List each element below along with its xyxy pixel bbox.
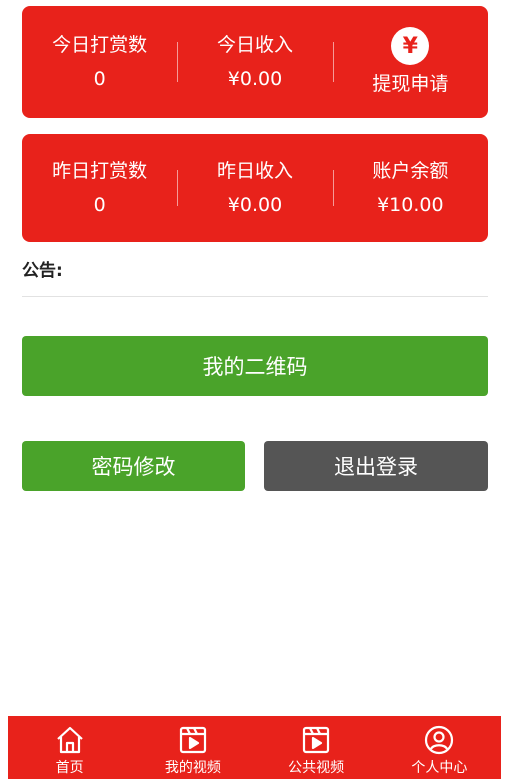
video-icon [303, 726, 330, 754]
yen-icon: ¥ [391, 27, 430, 65]
tab-profile-label: 个人中心 [411, 760, 468, 776]
today-tips-value: 0 [93, 68, 106, 90]
today-income-value: ¥0.00 [227, 68, 283, 90]
account-balance-value: ¥10.00 [377, 194, 444, 216]
yesterday-tips-value: 0 [93, 194, 106, 216]
notice-label: 公告: [22, 261, 63, 281]
bottom-tab-bar: 首页 我的视频 公共视频 个人中心 [8, 716, 501, 779]
video-icon [179, 726, 206, 754]
logout-button[interactable]: 退出登录 [264, 441, 488, 491]
tab-profile[interactable]: 个人中心 [378, 716, 501, 779]
today-tips-label: 今日打赏数 [52, 34, 148, 56]
tab-home-label: 首页 [55, 760, 84, 776]
account-balance-label: 账户余额 [372, 160, 449, 182]
user-icon [425, 725, 454, 755]
home-icon [56, 726, 83, 754]
tab-public-videos[interactable]: 公共视频 [255, 716, 378, 779]
yesterday-tips-stat: 昨日打赏数 0 [22, 134, 177, 242]
withdraw-label: 提现申请 [372, 73, 449, 95]
yesterday-stats-card: 昨日打赏数 0 昨日收入 ¥0.00 账户余额 ¥10.00 [22, 134, 488, 242]
tab-public-videos-label: 公共视频 [288, 760, 345, 776]
today-stats-card: 今日打赏数 0 今日收入 ¥0.00 ¥ 提现申请 [22, 6, 488, 118]
yesterday-income-label: 昨日收入 [216, 160, 293, 182]
tab-my-videos[interactable]: 我的视频 [131, 716, 254, 779]
today-income-label: 今日收入 [216, 34, 293, 56]
my-qr-code-button[interactable]: 我的二维码 [22, 336, 488, 396]
today-income-stat: 今日收入 ¥0.00 [177, 6, 332, 118]
yesterday-income-stat: 昨日收入 ¥0.00 [177, 134, 332, 242]
withdraw-button[interactable]: ¥ 提现申请 [332, 6, 488, 118]
tab-my-videos-label: 我的视频 [164, 760, 221, 776]
today-tips-stat: 今日打赏数 0 [22, 6, 177, 118]
account-balance-stat: 账户余额 ¥10.00 [332, 134, 488, 242]
yesterday-tips-label: 昨日打赏数 [52, 160, 148, 182]
notice-section: 公告: [22, 258, 488, 297]
yesterday-income-value: ¥0.00 [227, 194, 283, 216]
tab-home[interactable]: 首页 [8, 716, 131, 779]
change-password-button[interactable]: 密码修改 [22, 441, 245, 491]
